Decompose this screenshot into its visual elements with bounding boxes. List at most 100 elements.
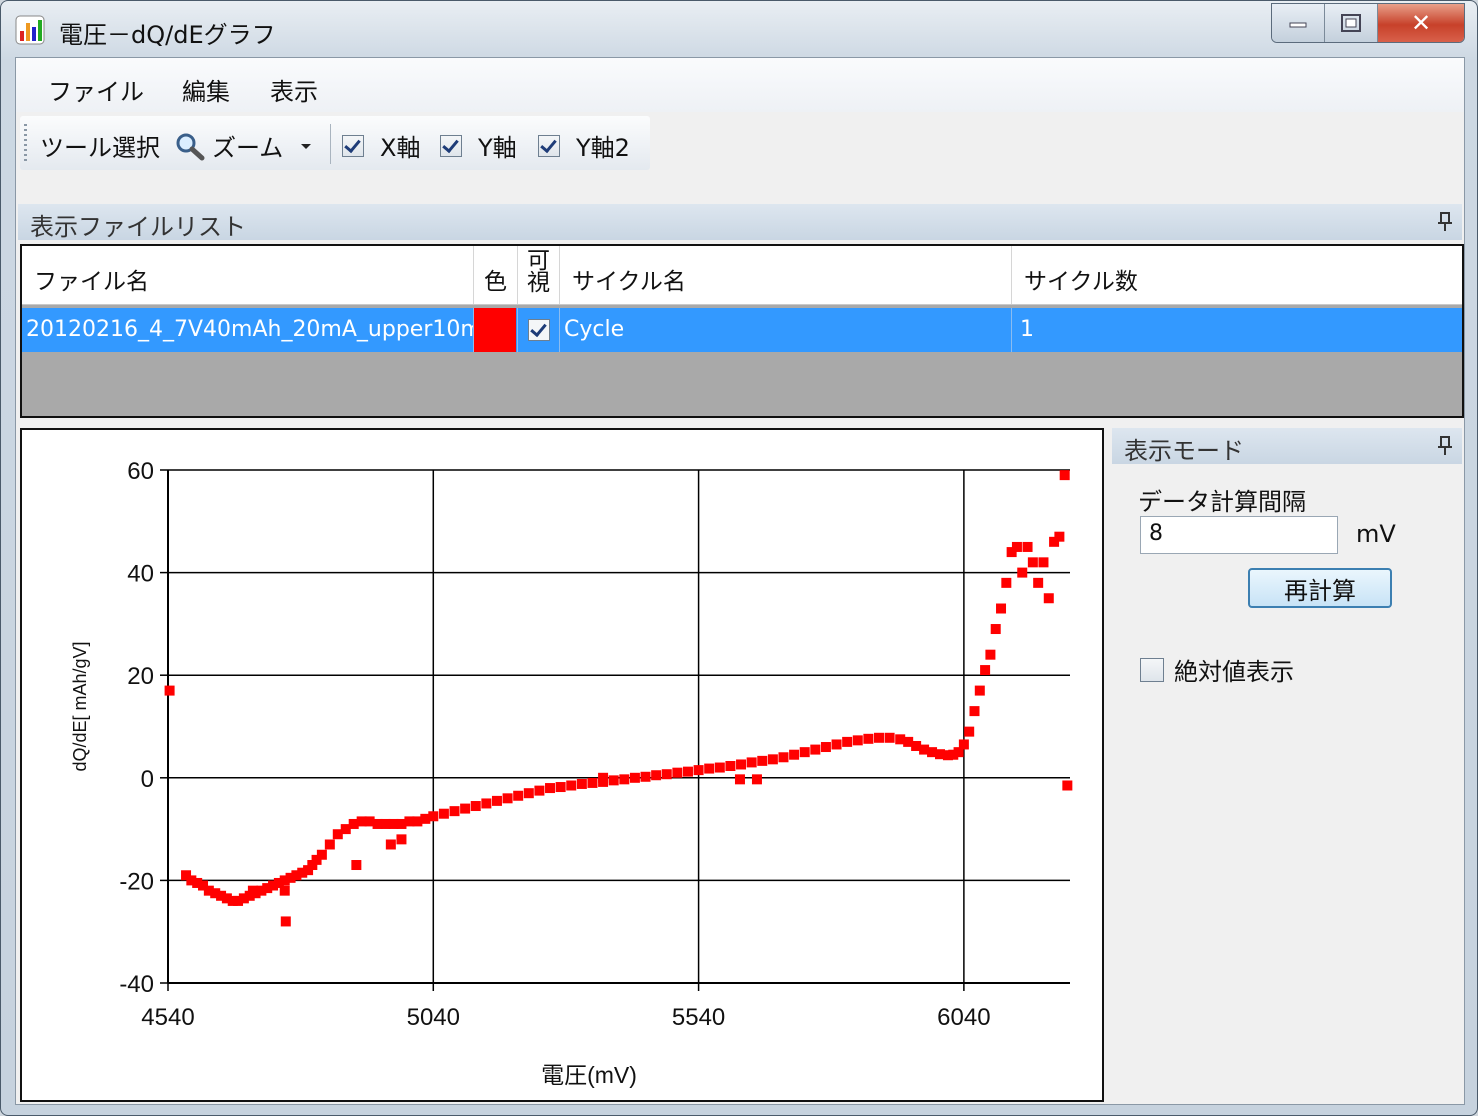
- data-point: [969, 706, 980, 717]
- absolute-label: 絶対値表示: [1174, 658, 1294, 686]
- data-point: [1001, 577, 1012, 588]
- data-point: [996, 603, 1007, 614]
- y-axis-checkbox[interactable]: [440, 134, 462, 157]
- interval-label: データ計算間隔: [1138, 488, 1306, 516]
- magnifier-icon: [176, 133, 205, 160]
- y-tick-label: 60: [127, 458, 154, 485]
- data-point: [640, 771, 651, 782]
- data-point: [958, 739, 969, 750]
- chart-panel[interactable]: 60 40 20 0 -20 -40 4540 5040 5540 6040 電圧(mV) dQ/dE…: [20, 428, 1104, 1102]
- data-point: [974, 685, 985, 696]
- data-point: [820, 742, 831, 753]
- data-point: [778, 752, 789, 763]
- menu-file[interactable]: ファイル: [48, 72, 144, 107]
- data-point: [757, 755, 768, 766]
- column-visible[interactable]: 可 視: [518, 246, 560, 304]
- y-axis2-label: Y軸2: [576, 134, 630, 162]
- file-list-panel-header: 表示ファイルリスト: [18, 204, 1462, 241]
- data-point: [746, 757, 757, 768]
- data-point: [396, 834, 407, 845]
- x-tick-label: 4540: [141, 1004, 194, 1031]
- data-point: [1054, 531, 1065, 542]
- y-axis-label: Y軸: [478, 134, 517, 162]
- y-axis-toggle[interactable]: Y軸: [440, 128, 517, 163]
- data-point: [725, 761, 736, 772]
- y-tick-label: 40: [127, 561, 154, 588]
- toolbar-grip[interactable]: [24, 124, 27, 162]
- data-point: [842, 736, 853, 747]
- data-point: [1062, 780, 1073, 791]
- toolbar-separator: [330, 124, 331, 164]
- x-tick-label: 5040: [407, 1004, 460, 1031]
- y-axis2-toggle[interactable]: Y軸2: [538, 128, 630, 163]
- column-color[interactable]: 色: [474, 246, 518, 304]
- close-icon: ✕: [1410, 9, 1432, 37]
- data-point: [470, 801, 481, 812]
- window-title: 電圧－dQ/dEグラフ: [59, 21, 276, 49]
- minimize-button[interactable]: [1272, 4, 1325, 42]
- interval-input[interactable]: 8: [1140, 516, 1338, 554]
- x-axis-toggle[interactable]: X軸: [342, 128, 420, 163]
- zoom-dropdown[interactable]: ズーム: [174, 128, 317, 163]
- x-tick-label: 5540: [672, 1004, 725, 1031]
- absolute-toggle[interactable]: 絶対値表示: [1140, 652, 1294, 687]
- menu-edit[interactable]: 編集: [182, 72, 230, 107]
- column-cycle-count[interactable]: サイクル数: [1012, 246, 1462, 304]
- data-point: [799, 747, 810, 758]
- menu-bar: ファイル 編集 表示: [16, 58, 1464, 112]
- data-point: [661, 769, 672, 780]
- pin-icon[interactable]: [1438, 436, 1452, 456]
- data-point: [566, 780, 577, 791]
- pin-icon[interactable]: [1438, 212, 1452, 232]
- cell-color[interactable]: [474, 308, 518, 352]
- data-point: [438, 808, 449, 819]
- data-point: [460, 803, 471, 814]
- tool-select-button[interactable]: ツール選択: [40, 128, 160, 163]
- data-point: [789, 749, 800, 760]
- color-swatch: [474, 308, 516, 352]
- data-point: [831, 739, 842, 750]
- x-axis-label: X軸: [380, 134, 421, 162]
- title-bar[interactable]: 電圧－dQ/dEグラフ ✕: [1, 1, 1477, 57]
- data-point: [449, 806, 460, 817]
- data-point: [736, 759, 747, 770]
- file-list-grid: ファイル名 色 可 視 サイクル名 サイクル数 20120216_4_7V40m…: [20, 244, 1464, 418]
- visible-checkbox[interactable]: [527, 319, 550, 341]
- data-point: [852, 735, 863, 746]
- app-chart-icon: [15, 15, 45, 45]
- data-point: [767, 754, 778, 765]
- x-tick-label: 6040: [937, 1004, 990, 1031]
- cell-cycle-name[interactable]: Cycle: [560, 308, 1012, 352]
- toolbar: ツール選択 ズーム X軸 Y軸 Y軸2: [20, 116, 650, 170]
- maximize-button[interactable]: [1325, 4, 1378, 42]
- data-point: [884, 732, 895, 743]
- cell-visible[interactable]: [518, 308, 560, 352]
- zoom-label: ズーム: [212, 134, 284, 162]
- data-point: [863, 733, 874, 744]
- cell-cycle-count[interactable]: 1: [1012, 308, 1462, 352]
- column-cycle-name[interactable]: サイクル名: [560, 246, 1012, 304]
- menu-view[interactable]: 表示: [270, 72, 318, 107]
- maximize-icon: [1341, 14, 1361, 32]
- cell-file-name[interactable]: 20120216_4_7V40mAh_20mA_upper10mAh...: [22, 308, 474, 352]
- table-row[interactable]: 20120216_4_7V40mAh_20mA_upper10mAh... Cy…: [22, 308, 1462, 352]
- y-axis2-checkbox[interactable]: [538, 134, 560, 157]
- close-button[interactable]: ✕: [1378, 4, 1464, 42]
- x-axis-title: 電圧(mV): [541, 1062, 637, 1088]
- y-tick-label: -40: [119, 971, 154, 998]
- recalc-button[interactable]: 再計算: [1248, 568, 1392, 608]
- data-point: [1022, 541, 1033, 552]
- data-point: [598, 772, 609, 783]
- column-file-name[interactable]: ファイル名: [22, 246, 474, 304]
- data-point: [385, 839, 396, 850]
- data-point: [545, 783, 556, 794]
- x-axis-checkbox[interactable]: [342, 134, 364, 157]
- data-point: [523, 788, 534, 799]
- absolute-checkbox[interactable]: [1140, 657, 1164, 682]
- client-area: ファイル 編集 表示 ツール選択 ズーム X軸 Y軸 Y軸2 表示ファイルリスト…: [15, 57, 1465, 1105]
- dq-de-chart: 6040200-20-404540 5040 5540 6040電圧(mV)dQ/dE…: [70, 458, 1073, 1088]
- data-point: [980, 665, 991, 676]
- data-point: [555, 782, 566, 793]
- data-point: [164, 685, 175, 696]
- data-point: [693, 765, 704, 776]
